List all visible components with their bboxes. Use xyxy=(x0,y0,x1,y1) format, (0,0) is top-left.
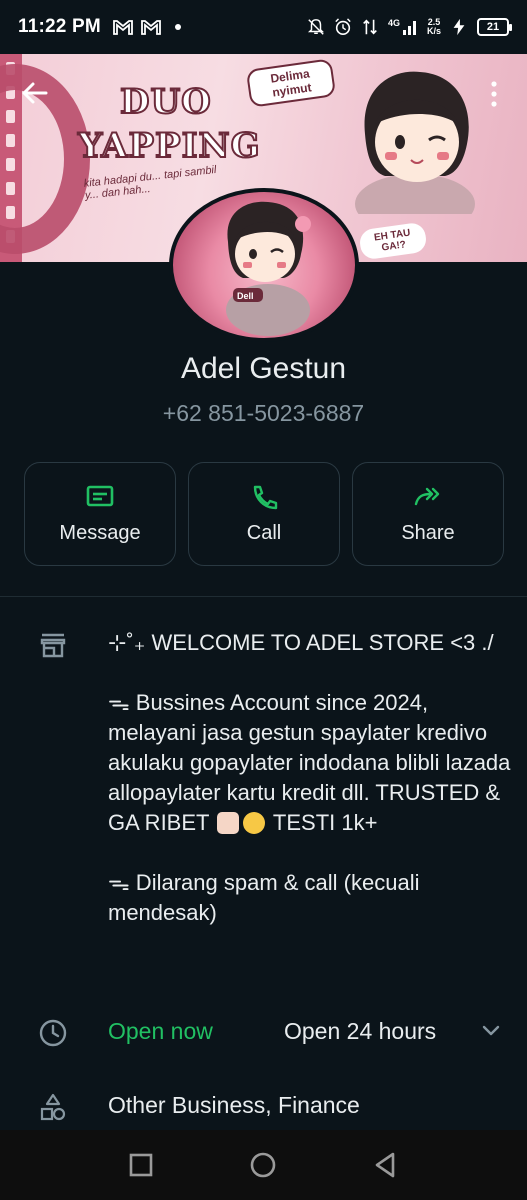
network-type: 4G xyxy=(387,18,400,28)
gmail-icon xyxy=(141,20,161,35)
status-time: 11:22 PM xyxy=(18,16,101,37)
notification-icons xyxy=(113,19,181,35)
phone-icon xyxy=(253,485,278,509)
share-icon xyxy=(414,487,440,505)
data-transfer-icon xyxy=(363,19,377,35)
cover-sticker-top: Delima nyimut xyxy=(245,58,337,108)
avatar-image: Dell xyxy=(169,188,359,342)
category-icon xyxy=(40,1093,66,1121)
home-icon[interactable] xyxy=(248,1150,278,1180)
cover-tagline: kita hadapi du... tapi sambil y... dan h… xyxy=(83,163,217,202)
cover-title-duo: DUO xyxy=(119,81,212,123)
recent-apps-icon[interactable] xyxy=(126,1150,156,1180)
signal-indicator: 4G xyxy=(388,19,418,35)
description-line-3: ᯓ Dilarang spam & call (kecuali mendesak… xyxy=(108,870,420,925)
avatar-label: Dell xyxy=(237,291,254,301)
business-category: Other Business, Finance xyxy=(108,1092,360,1118)
hours-detail[interactable]: Open 24 hours xyxy=(284,1018,436,1045)
alarm-icon xyxy=(335,18,351,36)
call-button[interactable]: Call xyxy=(188,462,340,566)
store-icon xyxy=(40,633,66,658)
hours-status: Open now xyxy=(108,1018,213,1044)
share-button[interactable]: Share xyxy=(352,462,504,566)
share-button-label: Share xyxy=(401,521,455,544)
cover-character-illustration xyxy=(355,71,475,214)
action-buttons: Message Call Share xyxy=(24,462,504,566)
cover-title-yapping: YAPPING xyxy=(77,125,261,167)
description-line-1: ⊹˚₊ WELCOME TO ADEL STORE <3 ./ xyxy=(108,630,494,655)
status-bar: 11:22 PM 4G 2.5 K/s 21 xyxy=(0,0,527,54)
charging-icon xyxy=(453,18,465,36)
more-options-icon[interactable] xyxy=(486,80,502,108)
battery-indicator: 21 xyxy=(477,18,512,36)
profile-avatar[interactable]: Dell xyxy=(169,188,359,342)
network-speed: 2.5 K/s xyxy=(426,17,441,36)
description-line-2: ᯓ Bussines Account since 2024, melayani … xyxy=(108,690,511,835)
signal-icon xyxy=(402,21,416,35)
clock-icon xyxy=(39,1019,67,1047)
cover-sticker-bottom: EH TAU GA!? xyxy=(358,221,428,261)
business-description: ⊹˚₊ WELCOME TO ADEL STORE <3 ./ ᯓ Bussin… xyxy=(108,628,520,928)
gmail-icon xyxy=(113,20,133,35)
avatar-illustration: Dell xyxy=(226,201,311,336)
message-button[interactable]: Message xyxy=(24,462,176,566)
star-struck-emoji-icon xyxy=(243,812,266,834)
back-icon[interactable] xyxy=(371,1150,401,1180)
section-divider xyxy=(0,596,527,597)
system-navigation-bar xyxy=(0,1130,527,1200)
bell-off-icon xyxy=(307,19,325,35)
more-notifications-dot xyxy=(174,24,181,30)
chevron-down-icon[interactable] xyxy=(480,1020,502,1042)
message-icon xyxy=(86,485,114,506)
call-button-label: Call xyxy=(246,521,282,544)
contact-name: Adel Gestun xyxy=(180,352,347,385)
back-arrow-icon[interactable] xyxy=(20,78,50,108)
message-button-label: Message xyxy=(59,521,141,544)
raised-hand-emoji-icon xyxy=(217,812,240,834)
contact-phone[interactable]: +62 851-5023-6887 xyxy=(0,400,527,427)
